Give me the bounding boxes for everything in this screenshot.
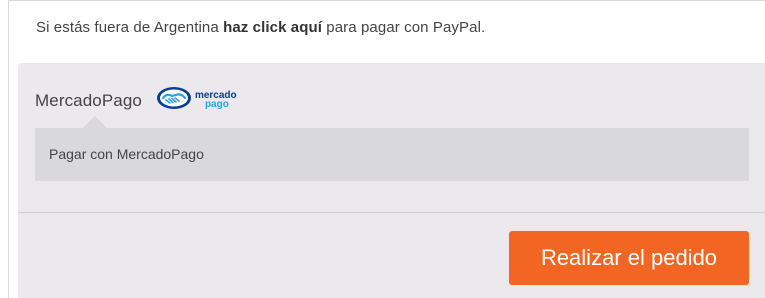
description-pointer xyxy=(83,116,107,128)
place-order-button[interactable]: Realizar el pedido xyxy=(509,231,749,285)
handshake-icon xyxy=(156,86,192,115)
payment-description-text: Pagar con MercadoPago xyxy=(49,146,204,162)
payment-methods-box: MercadoPago mercado pago Pagar con Merca… xyxy=(18,63,765,298)
payment-method-mercadopago[interactable]: MercadoPago mercado pago xyxy=(35,86,237,115)
logo-line2: pago xyxy=(204,98,229,110)
paypal-notice: Si estás fuera de Argentina haz click aq… xyxy=(36,19,485,36)
divider xyxy=(18,212,765,213)
paypal-notice-prefix: Si estás fuera de Argentina xyxy=(36,19,224,36)
mercadopago-logo: mercado pago xyxy=(156,86,237,115)
paypal-link[interactable]: haz click aquí xyxy=(223,19,322,36)
payment-method-description: Pagar con MercadoPago xyxy=(35,116,749,181)
checkout-payment-section: Si estás fuera de Argentina haz click aq… xyxy=(0,0,765,298)
paypal-notice-suffix: para pagar con PayPal. xyxy=(322,19,486,36)
mercadopago-logo-text: mercado pago xyxy=(195,90,237,110)
payment-method-label: MercadoPago xyxy=(35,90,142,110)
